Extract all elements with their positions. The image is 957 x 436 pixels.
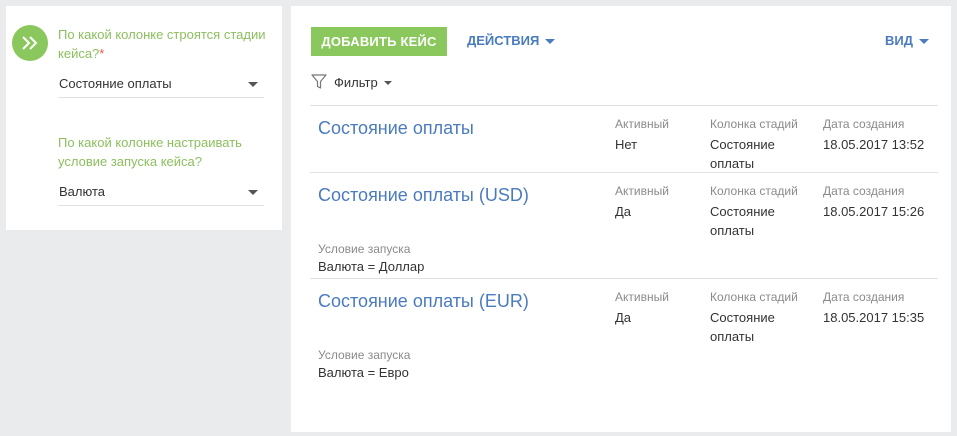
created-date-value: 18.05.2017 15:26 <box>823 204 925 219</box>
case-title-link[interactable]: Состояние оплаты <box>318 118 474 139</box>
funnel-icon <box>311 74 327 89</box>
actions-menu-button[interactable]: ДЕЙСТВИЯ <box>467 33 556 48</box>
chevron-down-icon <box>545 38 556 44</box>
stage-column-field: Колонка стадий Состояние оплаты <box>710 290 810 346</box>
stage-column-field: Колонка стадий Состояние оплаты <box>710 184 810 240</box>
launch-condition-label: Условие запуска <box>318 348 411 362</box>
case-title-link[interactable]: Состояние оплаты (USD) <box>318 185 529 206</box>
chevron-down-icon <box>248 82 258 87</box>
launch-condition-value: Валюта = Евро <box>318 365 409 380</box>
launch-condition-field: Условие запуска Валюта = Доллар <box>318 241 424 274</box>
stage-column-value: Состояние оплаты <box>710 310 775 344</box>
chevron-down-icon <box>248 190 258 195</box>
stage-column-question-text: По какой колонке строятся стадии кейса? <box>58 27 266 61</box>
active-value: Да <box>615 204 632 219</box>
stage-column-label: Колонка стадий <box>710 184 798 198</box>
created-date-label: Дата создания <box>823 117 905 131</box>
stage-column-question: По какой колонке строятся стадии кейса?* <box>58 25 268 63</box>
view-label: ВИД <box>885 33 913 48</box>
active-label: Активный <box>615 290 669 304</box>
active-field: Активный Нет <box>615 117 669 154</box>
launch-condition-label: Условие запуска <box>318 242 411 256</box>
created-date-label: Дата создания <box>823 184 905 198</box>
actions-label: ДЕЙСТВИЯ <box>467 33 540 48</box>
stage-column-field: Колонка стадий Состояние оплаты <box>710 117 810 173</box>
next-step-button[interactable] <box>12 25 48 61</box>
stage-column-select-value: Состояние оплаты <box>59 76 172 91</box>
active-field: Активный Да <box>615 290 669 327</box>
filter-label: Фильтр <box>334 74 378 90</box>
list-item[interactable]: Состояние оплаты (USD) Активный Да Колон… <box>310 172 938 278</box>
case-title-link[interactable]: Состояние оплаты (EUR) <box>318 291 529 312</box>
double-chevron-right-icon <box>22 36 38 50</box>
stage-column-value: Состояние оплаты <box>710 137 775 171</box>
launch-condition-field: Условие запуска Валюта = Евро <box>318 347 410 380</box>
created-date-label: Дата создания <box>823 290 905 304</box>
stage-column-value: Состояние оплаты <box>710 204 775 238</box>
add-case-button[interactable]: ДОБАВИТЬ КЕЙС <box>311 27 447 56</box>
case-settings-panel: По какой колонке строятся стадии кейса?*… <box>6 6 282 230</box>
list-item[interactable]: Состояние оплаты (EUR) Активный Да Колон… <box>310 278 938 384</box>
created-date-value: 18.05.2017 15:35 <box>823 310 925 325</box>
active-label: Активный <box>615 117 669 131</box>
created-date-field: Дата создания 18.05.2017 15:26 <box>823 184 924 221</box>
required-mark: * <box>99 46 105 61</box>
list-item[interactable]: Состояние оплаты Активный Нет Колонка ст… <box>310 105 938 172</box>
stage-column-select[interactable]: Состояние оплаты <box>58 72 264 98</box>
cases-list-panel: ДОБАВИТЬ КЕЙС ДЕЙСТВИЯ ВИД Фильтр Состоя… <box>291 6 951 432</box>
active-value: Нет <box>615 137 638 152</box>
condition-column-select[interactable]: Валюта <box>58 180 264 206</box>
chevron-down-icon <box>919 38 929 44</box>
active-field: Активный Да <box>615 184 669 221</box>
stage-column-label: Колонка стадий <box>710 290 798 304</box>
active-value: Да <box>615 310 632 325</box>
chevron-down-icon <box>383 80 392 85</box>
filter-button[interactable]: Фильтр <box>311 74 392 90</box>
view-menu-button[interactable]: ВИД <box>885 33 929 48</box>
stage-column-label: Колонка стадий <box>710 117 798 131</box>
created-date-value: 18.05.2017 13:52 <box>823 137 925 152</box>
created-date-field: Дата создания 18.05.2017 13:52 <box>823 117 924 154</box>
launch-condition-value: Валюта = Доллар <box>318 259 425 274</box>
condition-column-question: По какой колонке настраивать условие зап… <box>58 135 242 169</box>
cases-list: Состояние оплаты Активный Нет Колонка ст… <box>310 105 938 384</box>
active-label: Активный <box>615 184 669 198</box>
condition-column-select-value: Валюта <box>59 184 105 199</box>
created-date-field: Дата создания 18.05.2017 15:35 <box>823 290 924 327</box>
